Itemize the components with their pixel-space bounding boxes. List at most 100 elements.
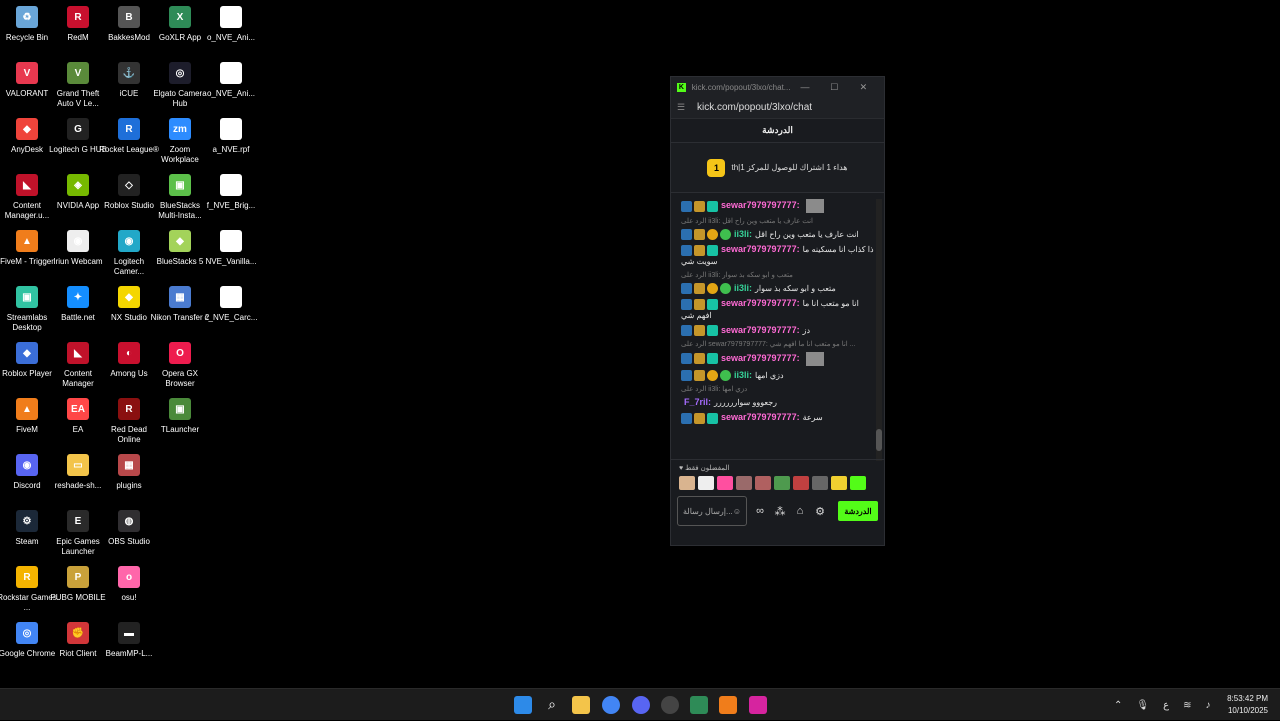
infinity-icon[interactable]: ∞ bbox=[753, 505, 767, 517]
desktop-icon[interactable]: ♻ Recycle Bin bbox=[2, 6, 52, 43]
chat-message[interactable]: ii3li: انت عارف يا متعب وين راح اقل bbox=[681, 229, 874, 241]
reply-reference[interactable]: الرد على ii3li: متعب و ابو سكه بذ سوار bbox=[681, 271, 874, 279]
username[interactable]: sewar7979797777: bbox=[721, 325, 800, 335]
clock[interactable]: 8:53:42 PM 10/10/2025 bbox=[1227, 693, 1268, 717]
desktop-icon[interactable]: ▣ Streamlabs Desktop bbox=[2, 286, 52, 333]
username[interactable]: ii3li: bbox=[734, 229, 752, 239]
desktop-icon[interactable]: ◣ Content Manager bbox=[53, 342, 103, 389]
desktop-icon[interactable]: ✊ Riot Client bbox=[53, 622, 103, 659]
sub-badge-icon[interactable] bbox=[707, 244, 718, 256]
desktop-icon[interactable]: NVE_Vanilla... bbox=[206, 230, 257, 267]
desktop-icon[interactable]: ◆ BlueStacks 5 bbox=[155, 230, 205, 267]
desktop-icon[interactable]: ◉ Iriun Webcam bbox=[53, 230, 103, 267]
volume-icon[interactable]: ♪ bbox=[1205, 700, 1210, 711]
desktop-icon[interactable]: E Epic Games Launcher bbox=[53, 510, 103, 557]
crown-badge-icon[interactable] bbox=[694, 229, 705, 241]
username[interactable]: sewar7979797777: bbox=[721, 244, 800, 254]
chrome-icon[interactable] bbox=[602, 696, 620, 714]
send-chat-button[interactable]: الدردشة bbox=[838, 501, 878, 521]
crown-badge-icon[interactable] bbox=[694, 324, 705, 336]
goxlr-icon[interactable] bbox=[690, 696, 708, 714]
desktop-icon[interactable]: ◆ NX Studio bbox=[104, 286, 154, 323]
crown-badge-icon[interactable] bbox=[694, 370, 705, 382]
start-button[interactable] bbox=[514, 696, 532, 714]
desktop-icon[interactable]: EA EA bbox=[53, 398, 103, 435]
username[interactable]: sewar7979797777: bbox=[721, 200, 800, 210]
chat-message[interactable]: ii3li: دزي امها bbox=[681, 370, 874, 382]
scrollbar-thumb[interactable] bbox=[876, 429, 882, 451]
minimize-button[interactable]: — bbox=[790, 82, 819, 92]
emote-icon[interactable] bbox=[717, 476, 733, 490]
chat-message[interactable]: sewar7979797777: دز bbox=[681, 325, 874, 336]
reply-reference[interactable]: الرد على sewar7979797777: انا مو متعب ان… bbox=[681, 340, 874, 348]
desktop-icon[interactable]: o osu! bbox=[104, 566, 154, 603]
crown-badge-icon[interactable] bbox=[694, 283, 705, 295]
one-badge-icon[interactable] bbox=[707, 370, 718, 382]
desktop-icon[interactable]: ◎ Elgato Camera Hub bbox=[153, 62, 207, 109]
pick-badge-icon[interactable] bbox=[681, 283, 692, 295]
desktop-icon[interactable]: V VALORANT bbox=[2, 62, 52, 99]
chat-message[interactable]: sewar7979797777: bbox=[681, 199, 874, 213]
discord-icon[interactable] bbox=[632, 696, 650, 714]
desktop-icon[interactable]: ◎ Google Chrome bbox=[0, 622, 55, 659]
chat-message[interactable]: ii3li: متعب و ابو سكه بذ سوار bbox=[681, 283, 874, 295]
desktop-icon[interactable]: R Rocket League® bbox=[99, 118, 159, 155]
desktop-icon[interactable]: f_NVE_Brig... bbox=[206, 174, 256, 211]
desktop-icon[interactable]: X GoXLR App bbox=[155, 6, 205, 43]
emote-icon[interactable] bbox=[812, 476, 828, 490]
crown-badge-icon[interactable] bbox=[694, 244, 705, 256]
desktop-icon[interactable]: a_NVE.rpf bbox=[206, 118, 256, 155]
pick-badge-icon[interactable] bbox=[681, 298, 692, 310]
desktop-icon[interactable]: O Opera GX Browser bbox=[155, 342, 205, 389]
desktop-icon[interactable]: ✦ Battle.net bbox=[53, 286, 103, 323]
pick-badge-icon[interactable] bbox=[681, 412, 692, 424]
share-icon[interactable]: ⁂ bbox=[773, 505, 787, 518]
desktop-icon[interactable]: P PUBG MOBILE bbox=[50, 566, 106, 603]
emote-icon[interactable] bbox=[774, 476, 790, 490]
desktop-icon[interactable]: V Grand Theft Auto V Le... bbox=[53, 62, 103, 109]
crown-badge-icon[interactable] bbox=[694, 200, 705, 212]
one-badge-icon[interactable] bbox=[707, 283, 718, 295]
emote-icon[interactable] bbox=[698, 476, 714, 490]
desktop-icon[interactable]: R Red Dead Online bbox=[104, 398, 154, 445]
sub-badge-icon[interactable] bbox=[707, 324, 718, 336]
reply-reference[interactable]: الرد على ii3li: انت عارف يا متعب وين راح… bbox=[681, 217, 874, 225]
maximize-button[interactable]: ☐ bbox=[820, 82, 849, 93]
ver-badge-icon[interactable] bbox=[720, 370, 731, 382]
desktop-icon[interactable]: ◆ Roblox Player bbox=[2, 342, 52, 379]
instagram-icon[interactable] bbox=[749, 696, 767, 714]
crown-badge-icon[interactable] bbox=[694, 353, 705, 365]
emote-icon[interactable] bbox=[793, 476, 809, 490]
desktop-icon[interactable]: ⚙ Steam bbox=[2, 510, 52, 547]
desktop-icon[interactable]: ◍ OBS Studio bbox=[104, 510, 154, 547]
desktop-icon[interactable]: ▦ plugins bbox=[104, 454, 154, 491]
desktop-icon[interactable]: ◇ Roblox Studio bbox=[104, 174, 154, 211]
desktop-icon[interactable]: ▲ FiveM - Trigger bbox=[0, 230, 54, 267]
emote-icon[interactable] bbox=[831, 476, 847, 490]
microphone-icon[interactable]: 🎙 bbox=[1136, 700, 1149, 711]
chat-input[interactable]: إرسال رسالة... ☺ bbox=[677, 496, 747, 526]
desktop-icon[interactable]: ▣ TLauncher bbox=[155, 398, 205, 435]
desktop-icon[interactable]: ▲ FiveM bbox=[2, 398, 52, 435]
emote-icon[interactable] bbox=[679, 476, 695, 490]
desktop-icon[interactable]: ▬ BeamMP-L... bbox=[104, 622, 154, 659]
chat-message[interactable]: F_7ril: رجعووو سوارررررر bbox=[681, 397, 874, 408]
emote-icon[interactable] bbox=[736, 476, 752, 490]
crown-badge-icon[interactable] bbox=[694, 298, 705, 310]
emote-icon[interactable] bbox=[850, 476, 866, 490]
chat-message[interactable]: sewar7979797777: bbox=[681, 351, 874, 366]
close-button[interactable]: ✕ bbox=[849, 82, 878, 93]
desktop-icon[interactable]: ◐ Among Us bbox=[104, 342, 154, 379]
desktop-icon[interactable]: ▦ Nikon Transfer 2 bbox=[151, 286, 209, 323]
scrollbar-track[interactable] bbox=[876, 199, 882, 461]
one-badge-icon[interactable] bbox=[707, 229, 718, 241]
crown-badge-icon[interactable] bbox=[694, 412, 705, 424]
fivem-icon[interactable] bbox=[719, 696, 737, 714]
desktop-icon[interactable]: R RedM bbox=[53, 6, 103, 43]
sub-badge-icon[interactable] bbox=[707, 298, 718, 310]
pick-badge-icon[interactable] bbox=[681, 324, 692, 336]
file-explorer-icon[interactable] bbox=[572, 696, 590, 714]
desktop-icon[interactable]: c_NVE_Carc... bbox=[205, 286, 257, 323]
chat-message[interactable]: sewar7979797777: انا مو متعب انا ما افهم … bbox=[681, 298, 874, 320]
address-bar[interactable]: ☰ kick.com/popout/3lxo/chat bbox=[671, 97, 884, 119]
